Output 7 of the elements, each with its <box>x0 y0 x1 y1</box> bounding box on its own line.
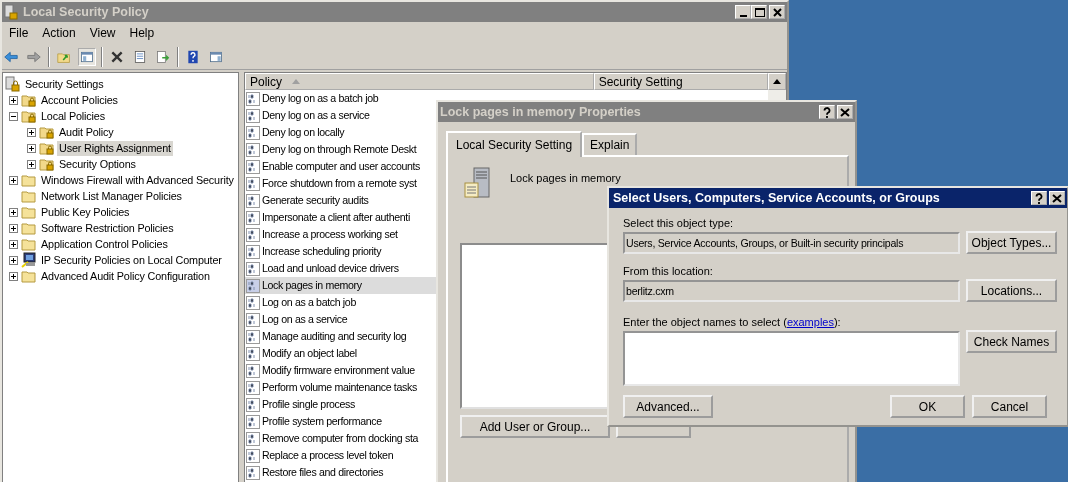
dialog-title: Select Users, Computers, Service Accounts, or Groups <box>613 189 941 207</box>
field-label: Select this object type: <box>623 217 734 229</box>
field-label: From this location: <box>623 265 713 277</box>
policy-name: Lock pages in memory <box>510 171 621 186</box>
field-label: Enter the object names to select (examples): <box>623 316 841 328</box>
window-title: Local Security Policy <box>23 3 150 21</box>
dialog-title: Lock pages in memory Properties <box>440 103 642 121</box>
